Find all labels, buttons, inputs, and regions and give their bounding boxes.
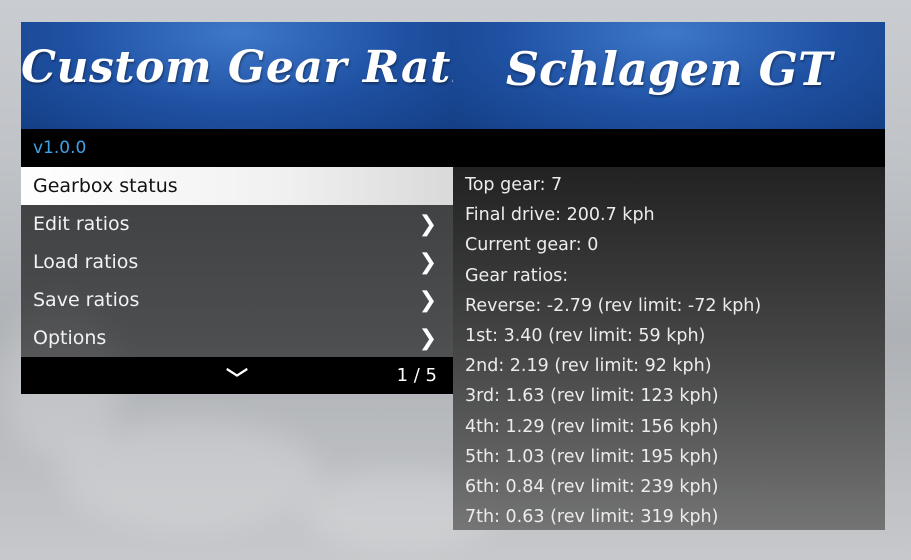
menu-title: Custom Gear Ratios (21, 42, 453, 93)
menu-item-label: Save ratios (33, 289, 140, 311)
menu-item-label: Options (33, 327, 107, 349)
menu-item-gearbox-status[interactable]: Gearbox status (21, 167, 453, 205)
info-line-gear-1: 1st: 3.40 (rev limit: 59 kph) (465, 325, 706, 346)
info-line-gear-7: 7th: 0.63 (rev limit: 319 kph) (465, 507, 719, 528)
chevron-right-icon: ❯ (418, 211, 437, 237)
info-line-top-gear: Top gear: 7 (465, 175, 563, 195)
info-line-gear-2: 2nd: 2.19 (rev limit: 92 kph) (465, 356, 712, 377)
info-line-gear-5: 5th: 1.03 (rev limit: 195 kph) (465, 446, 719, 467)
menu-items: Gearbox status Edit ratios ❯ Load ratios… (21, 167, 453, 357)
page-indicator: 1 / 5 (396, 365, 437, 386)
menu-item-label: Edit ratios (33, 213, 130, 235)
menu-item-edit-ratios[interactable]: Edit ratios ❯ (21, 205, 453, 243)
menu-item-options[interactable]: Options ❯ (21, 319, 453, 357)
info-panel: Schlagen GT Top gear: 7 Final drive: 200… (453, 22, 885, 530)
menu-subtitle-bar: v1.0.0 (21, 129, 453, 167)
gearbox-info: Top gear: 7 Final drive: 200.7 kph Curre… (453, 167, 885, 530)
vehicle-name: Schlagen GT (505, 42, 833, 96)
panel-subtitle-bar (453, 129, 885, 167)
info-line-gear-4: 4th: 1.29 (rev limit: 156 kph) (465, 416, 719, 437)
menu-item-load-ratios[interactable]: Load ratios ❯ (21, 243, 453, 281)
menu-item-label: Load ratios (33, 251, 139, 273)
version-label: v1.0.0 (33, 138, 87, 158)
info-line-current-gear: Current gear: 0 (465, 235, 599, 256)
vehicle-banner: Schlagen GT (453, 22, 885, 129)
info-line-final-drive: Final drive: 200.7 kph (465, 205, 655, 226)
menu-item-label: Gearbox status (33, 175, 178, 197)
main-menu: Custom Gear Ratios v1.0.0 Gearbox status… (21, 22, 453, 394)
menu-item-save-ratios[interactable]: Save ratios ❯ (21, 281, 453, 319)
info-line-reverse: Reverse: -2.79 (rev limit: -72 kph) (465, 295, 762, 316)
menu-banner: Custom Gear Ratios (21, 22, 453, 129)
chevron-down-icon[interactable]: ﹀ (226, 362, 248, 394)
chevron-right-icon: ❯ (418, 287, 437, 313)
info-line-gear-6: 6th: 0.84 (rev limit: 239 kph) (465, 476, 719, 497)
info-line-gear-3: 3rd: 1.63 (rev limit: 123 kph) (465, 386, 719, 407)
chevron-right-icon: ❯ (418, 325, 437, 351)
menu-footer: ﹀ 1 / 5 (21, 357, 453, 394)
chevron-right-icon: ❯ (418, 249, 437, 275)
info-line-gear-ratios-heading: Gear ratios: (465, 265, 569, 286)
